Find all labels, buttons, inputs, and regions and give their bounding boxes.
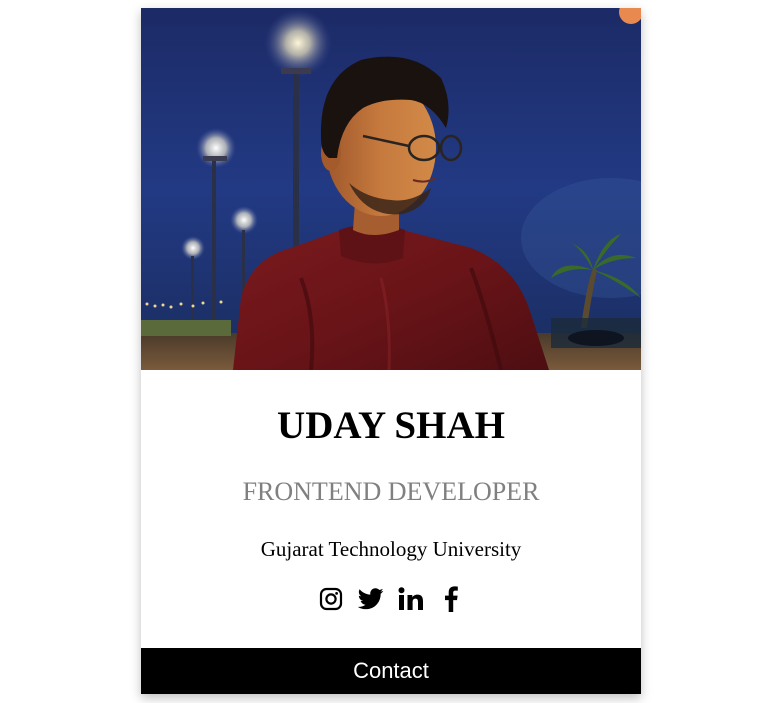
profile-title: FRONTEND DEVELOPER: [242, 477, 540, 506]
contact-button[interactable]: Contact: [141, 648, 641, 694]
profile-card: UDAY SHAH FRONTEND DEVELOPER Gujarat Tec…: [141, 8, 641, 694]
twitter-link[interactable]: [358, 586, 384, 612]
profile-name: UDAY SHAH: [277, 404, 505, 447]
linkedin-icon: [398, 587, 423, 610]
facebook-icon: [445, 586, 458, 612]
profile-school: Gujarat Technology University: [260, 537, 522, 561]
linkedin-link[interactable]: [398, 586, 424, 612]
profile-photo: [141, 8, 641, 370]
twitter-icon: [358, 588, 384, 610]
social-links: [141, 584, 641, 614]
facebook-link[interactable]: [438, 586, 464, 612]
instagram-link[interactable]: [318, 586, 344, 612]
instagram-icon: [319, 587, 343, 611]
